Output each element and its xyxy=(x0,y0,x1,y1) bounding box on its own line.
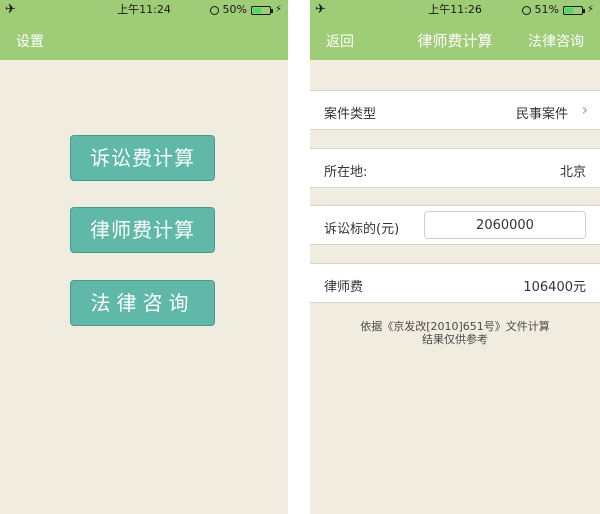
battery-fill xyxy=(564,7,574,13)
battery-fill xyxy=(252,7,261,13)
status-right: 50% ⚡ xyxy=(209,3,282,17)
status-bar: ✈ 上午11:24 50% ⚡ xyxy=(0,0,288,20)
fee-value: 106400元 xyxy=(523,280,586,295)
legal-consult-nav-button[interactable]: 法律咨询 xyxy=(528,31,584,51)
amount-row: 诉讼标的(元) xyxy=(310,205,600,245)
charging-icon: ⚡ xyxy=(586,4,594,15)
litigation-fee-button[interactable]: 诉讼费计算 xyxy=(70,135,215,181)
screen-gap xyxy=(288,0,310,514)
nav-bar: 返回 律师费计算 法律咨询 xyxy=(310,20,600,60)
status-bar: ✈ 上午11:26 51% ⚡ xyxy=(310,0,600,20)
battery-percent: 50% xyxy=(222,3,247,16)
nav-bar: 设置 xyxy=(0,20,288,60)
battery-percent: 51% xyxy=(534,3,559,16)
lawyer-fee-button[interactable]: 律师费计算 xyxy=(70,207,215,253)
basis-note: 依据《京发改[2010]651号》文件计算 xyxy=(360,320,550,333)
chevron-right-icon: › xyxy=(581,100,588,119)
top-bar: ✈ 上午11:24 50% ⚡ 设置 xyxy=(0,0,288,60)
lawyer-fee-screen: ✈ 上午11:26 51% ⚡ 返回 律师费计算 法律咨询 案件类型 民事案件 … xyxy=(310,0,600,514)
location-label: 所在地: xyxy=(324,165,368,180)
amount-input[interactable] xyxy=(424,211,586,239)
case-type-value: 民事案件 xyxy=(515,107,568,122)
location-row[interactable]: 所在地: 北京 xyxy=(310,148,600,188)
alarm-icon xyxy=(521,5,531,15)
case-type-row[interactable]: 案件类型 民事案件 › xyxy=(310,90,600,130)
battery-icon xyxy=(562,5,585,15)
battery-icon xyxy=(250,5,273,15)
top-bar: ✈ 上午11:26 51% ⚡ 返回 律师费计算 法律咨询 xyxy=(310,0,600,60)
amount-label: 诉讼标的(元) xyxy=(324,222,400,237)
fee-row: 律师费 106400元 xyxy=(310,263,600,303)
charging-icon: ⚡ xyxy=(274,4,282,15)
case-type-label: 案件类型 xyxy=(324,107,377,122)
alarm-icon xyxy=(209,5,219,15)
settings-button[interactable]: 设置 xyxy=(16,31,44,51)
legal-consult-button[interactable]: 法律咨询 xyxy=(70,280,215,326)
disclaimer-note: 结果仅供参考 xyxy=(422,333,488,346)
status-right: 51% ⚡ xyxy=(521,3,594,17)
home-screen: ✈ 上午11:24 50% ⚡ 设置 诉讼费计算 律师费计算 法律咨询 xyxy=(0,0,288,514)
location-value: 北京 xyxy=(559,165,586,180)
fee-label: 律师费 xyxy=(324,280,364,295)
